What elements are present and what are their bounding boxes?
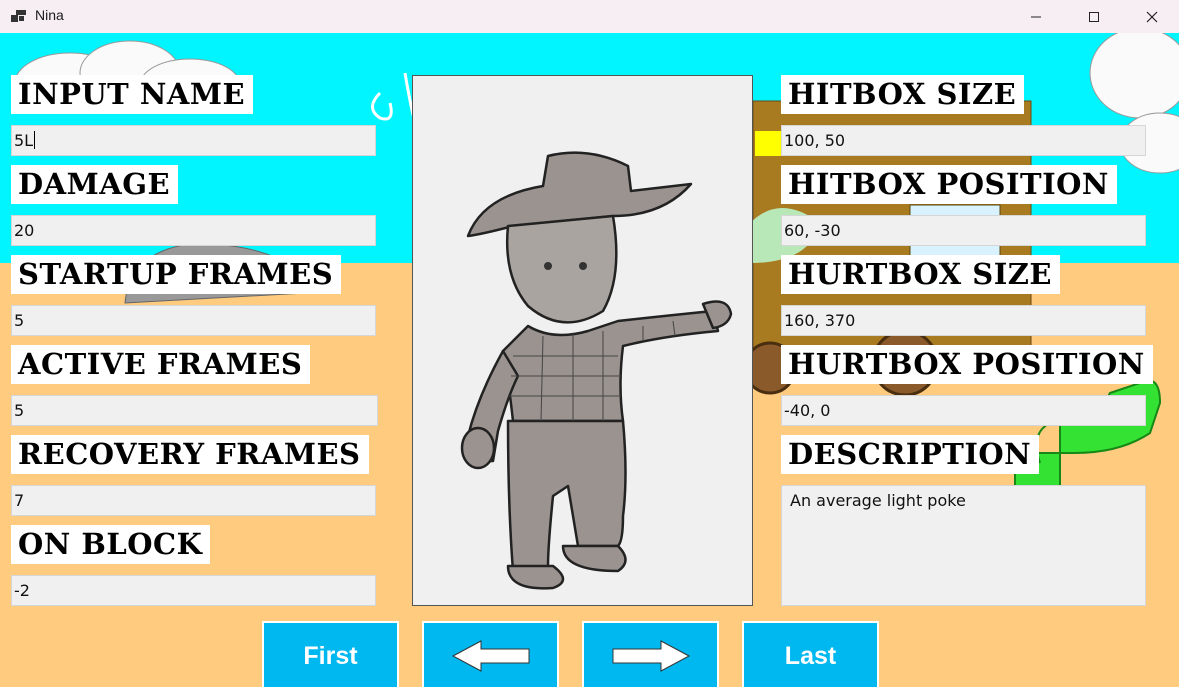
label-hurtbox-size: Hurtbox Size [781,255,1061,294]
maximize-button[interactable] [1065,0,1123,33]
label-active-frames: Active Frames [11,345,311,384]
label-hitbox-position: Hitbox Position [781,165,1117,204]
hurtbox-position-field[interactable]: -40, 0 [781,395,1146,426]
label-hitbox-size: Hitbox Size [781,75,1025,114]
hitbox-size-field[interactable]: 100, 50 [781,125,1146,156]
label-startup-frames: Startup Frames [11,255,342,294]
maximize-icon [1089,11,1099,22]
close-button[interactable] [1123,0,1179,33]
label-hurtbox-position: Hurtbox Position [781,345,1153,384]
text-caret [34,131,36,149]
label-description: Description [781,435,1040,474]
on-block-field[interactable]: -2 [11,575,376,606]
previous-button[interactable] [422,621,559,687]
minimize-button[interactable] [1007,0,1065,33]
next-button[interactable] [582,621,719,687]
label-damage: Damage [11,165,179,204]
hurtbox-size-field[interactable]: 160, 370 [781,305,1146,336]
client-area: Input Name 5L Damage 20 Startup Frames 5… [0,33,1179,687]
input-name-field[interactable]: 5L [11,125,376,156]
hitbox-position-field[interactable]: 60, -30 [781,215,1146,246]
damage-field[interactable]: 20 [11,215,376,246]
character-drawing [460,151,733,590]
title-bar: Nina [0,0,1179,33]
left-arrow-icon [451,640,529,672]
app-icon [11,10,26,22]
description-textarea[interactable]: An average light poke [781,485,1146,606]
last-button[interactable]: Last [742,621,879,687]
right-arrow-icon [612,640,690,672]
active-frames-field[interactable]: 5 [11,395,378,426]
label-on-block: On Block [11,525,211,564]
window-title: Nina [35,7,64,23]
first-button[interactable]: First [262,621,399,687]
startup-frames-field[interactable]: 5 [11,305,376,336]
move-preview-image [412,75,753,606]
minimize-icon [1031,16,1041,17]
close-icon [1146,11,1158,22]
label-input-name: Input Name [11,75,254,114]
label-recovery-frames: Recovery Frames [11,435,369,474]
recovery-frames-field[interactable]: 7 [11,485,376,516]
